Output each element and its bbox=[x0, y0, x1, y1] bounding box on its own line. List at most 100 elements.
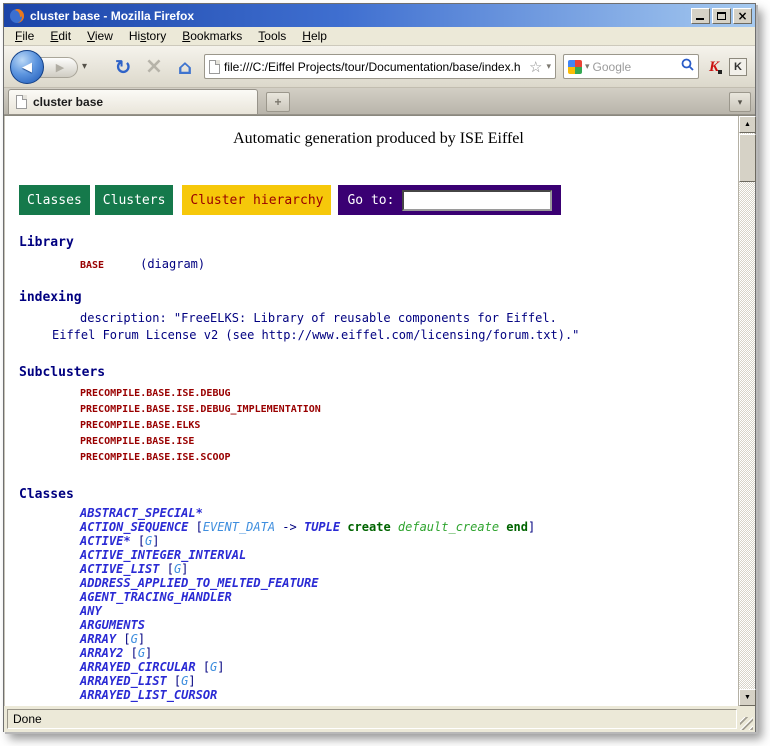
menu-file[interactable]: File bbox=[8, 28, 41, 44]
home-icon: ⌂ bbox=[178, 55, 192, 79]
menu-help[interactable]: Help bbox=[295, 28, 334, 44]
url-dropdown-icon[interactable]: ▾ bbox=[546, 61, 551, 72]
class-link[interactable]: ABSTRACT_SPECIAL bbox=[80, 506, 196, 520]
subcluster-link[interactable]: PRECOMPILE.BASE.ISE.DEBUG_IMPLEMENTATION bbox=[19, 402, 738, 418]
menu-edit[interactable]: Edit bbox=[43, 28, 78, 44]
page-icon bbox=[209, 60, 220, 74]
class-link[interactable]: ARRAYED_CIRCULAR bbox=[80, 660, 196, 674]
back-forward-cluster: ▶ ◀ ▾ bbox=[10, 48, 104, 86]
url-input[interactable] bbox=[224, 60, 525, 74]
menu-view[interactable]: View bbox=[80, 28, 120, 44]
class-list-item: ARRAY [G] bbox=[19, 632, 738, 646]
scrollbar-thumb[interactable] bbox=[739, 134, 756, 182]
menu-tools[interactable]: Tools bbox=[251, 28, 293, 44]
firefox-logo-icon bbox=[9, 8, 25, 24]
status-text: Done bbox=[13, 712, 42, 726]
generic-param-link[interactable]: EVENT_DATA bbox=[203, 520, 275, 534]
library-base-link[interactable]: BASE bbox=[80, 260, 104, 271]
deferred-marker: * bbox=[123, 534, 130, 548]
generic-param-link[interactable]: G bbox=[131, 632, 138, 646]
navigation-toolbar: ▶ ◀ ▾ ↻ × ⌂ ☆ ▾ ▾ K K bbox=[4, 46, 755, 88]
kaspersky-icon[interactable]: K bbox=[706, 59, 722, 75]
class-link[interactable]: ADDRESS_APPLIED_TO_MELTED_FEATURE bbox=[80, 576, 318, 590]
class-list-item: ADDRESS_APPLIED_TO_MELTED_FEATURE bbox=[19, 576, 738, 590]
class-link[interactable]: ARRAY bbox=[80, 632, 116, 646]
title-bar[interactable]: cluster base - Mozilla Firefox × bbox=[4, 4, 755, 27]
google-icon bbox=[568, 60, 582, 74]
subcluster-link[interactable]: PRECOMPILE.BASE.ELKS bbox=[19, 418, 738, 434]
stop-button[interactable]: × bbox=[142, 54, 166, 80]
subcluster-link[interactable]: PRECOMPILE.BASE.ISE.SCOOP bbox=[19, 450, 738, 466]
vertical-scrollbar[interactable]: ▲ ▼ bbox=[738, 116, 755, 706]
content-area: Automatic generation produced by ISE Eif… bbox=[4, 115, 755, 706]
tab-cluster-base[interactable]: cluster base bbox=[8, 89, 258, 114]
k-plugin-button[interactable]: K bbox=[729, 58, 747, 76]
class-list-item: ARRAYED_LIST_CURSOR bbox=[19, 688, 738, 702]
class-list-item: ARGUMENTS bbox=[19, 618, 738, 632]
window-title: cluster base - Mozilla Firefox bbox=[30, 9, 691, 23]
classes-list: ABSTRACT_SPECIAL* ACTION_SEQUENCE [EVENT… bbox=[19, 506, 738, 702]
tab-page-icon bbox=[16, 95, 27, 109]
firefox-window: cluster base - Mozilla Firefox × File Ed… bbox=[3, 3, 756, 732]
subcluster-link[interactable]: PRECOMPILE.BASE.ISE bbox=[19, 434, 738, 450]
maximize-button[interactable] bbox=[712, 8, 731, 24]
class-list-item: ARRAYED_LIST [G] bbox=[19, 674, 738, 688]
page-content: Automatic generation produced by ISE Eif… bbox=[4, 116, 738, 706]
address-bar: ☆ ▾ bbox=[204, 54, 556, 79]
new-tab-button[interactable]: + bbox=[266, 92, 290, 112]
minimize-button[interactable] bbox=[691, 8, 710, 24]
class-list-item: ACTIVE* [G] bbox=[19, 534, 738, 548]
goto-input[interactable] bbox=[402, 190, 552, 211]
indexing-description-line1: description: "FreeELKS: Library of reusa… bbox=[19, 310, 738, 327]
classes-button[interactable]: Classes bbox=[19, 185, 90, 215]
status-field: Done bbox=[7, 709, 737, 729]
history-dropdown-button[interactable]: ▾ bbox=[82, 61, 87, 72]
class-link[interactable]: ACTIVE_INTEGER_INTERVAL bbox=[80, 548, 246, 562]
cluster-hierarchy-button[interactable]: Cluster hierarchy bbox=[182, 185, 331, 215]
search-input[interactable] bbox=[593, 60, 678, 74]
menu-bar: File Edit View History Bookmarks Tools H… bbox=[4, 27, 755, 46]
subclusters-list: PRECOMPILE.BASE.ISE.DEBUG PRECOMPILE.BAS… bbox=[19, 386, 738, 466]
class-link[interactable]: ACTIVE_LIST bbox=[80, 562, 159, 576]
back-button[interactable]: ◀ bbox=[10, 50, 44, 84]
class-link[interactable]: TUPLE bbox=[304, 520, 340, 534]
menu-history[interactable]: History bbox=[122, 28, 173, 44]
subclusters-heading: Subclusters bbox=[19, 365, 738, 380]
home-button[interactable]: ⌂ bbox=[173, 54, 197, 80]
reload-button[interactable]: ↻ bbox=[111, 54, 135, 80]
subcluster-link[interactable]: PRECOMPILE.BASE.ISE.DEBUG bbox=[19, 386, 738, 402]
class-link[interactable]: AGENT_TRACING_HANDLER bbox=[80, 590, 232, 604]
generic-param-link[interactable]: G bbox=[138, 646, 145, 660]
menu-bookmarks[interactable]: Bookmarks bbox=[175, 28, 249, 44]
clusters-button[interactable]: Clusters bbox=[95, 185, 174, 215]
resize-grip-icon[interactable] bbox=[740, 717, 753, 730]
tab-title: cluster base bbox=[33, 95, 103, 109]
stop-icon: × bbox=[145, 54, 163, 79]
library-diagram-link[interactable]: (diagram) bbox=[140, 257, 205, 271]
class-list-item: ACTIVE_LIST [G] bbox=[19, 562, 738, 576]
maximize-icon bbox=[717, 12, 726, 20]
class-link[interactable]: ARRAYED_LIST_CURSOR bbox=[80, 688, 217, 702]
page-title: Automatic generation produced by ISE Eif… bbox=[19, 130, 738, 148]
class-link[interactable]: ACTION_SEQUENCE bbox=[80, 520, 188, 534]
class-link[interactable]: ANY bbox=[80, 604, 102, 618]
close-button[interactable]: × bbox=[733, 8, 752, 24]
class-link[interactable]: ACTIVE bbox=[80, 534, 123, 548]
class-list-item: ARRAY2 [G] bbox=[19, 646, 738, 660]
deferred-marker: * bbox=[196, 506, 203, 520]
class-link[interactable]: ARGUMENTS bbox=[80, 618, 145, 632]
search-engine-dropdown-icon[interactable]: ▾ bbox=[585, 61, 590, 72]
scroll-down-button[interactable]: ▼ bbox=[739, 689, 756, 706]
back-icon: ◀ bbox=[22, 59, 32, 75]
tab-list-button[interactable]: ▾ bbox=[729, 92, 751, 112]
class-link[interactable]: ARRAYED_LIST bbox=[80, 674, 167, 688]
search-magnifier-icon[interactable] bbox=[681, 58, 694, 76]
minimize-icon bbox=[696, 18, 704, 20]
class-list-item: ACTION_SEQUENCE [EVENT_DATA -> TUPLE cre… bbox=[19, 520, 738, 534]
goto-label: Go to: bbox=[347, 193, 394, 208]
scroll-up-button[interactable]: ▲ bbox=[739, 116, 756, 133]
goto-box: Go to: bbox=[338, 185, 561, 215]
bookmark-star-icon[interactable]: ☆ bbox=[529, 58, 542, 76]
indexing-description-line2: Eiffel Forum License v2 (see http://www.… bbox=[19, 327, 738, 344]
class-link[interactable]: ARRAY2 bbox=[80, 646, 123, 660]
